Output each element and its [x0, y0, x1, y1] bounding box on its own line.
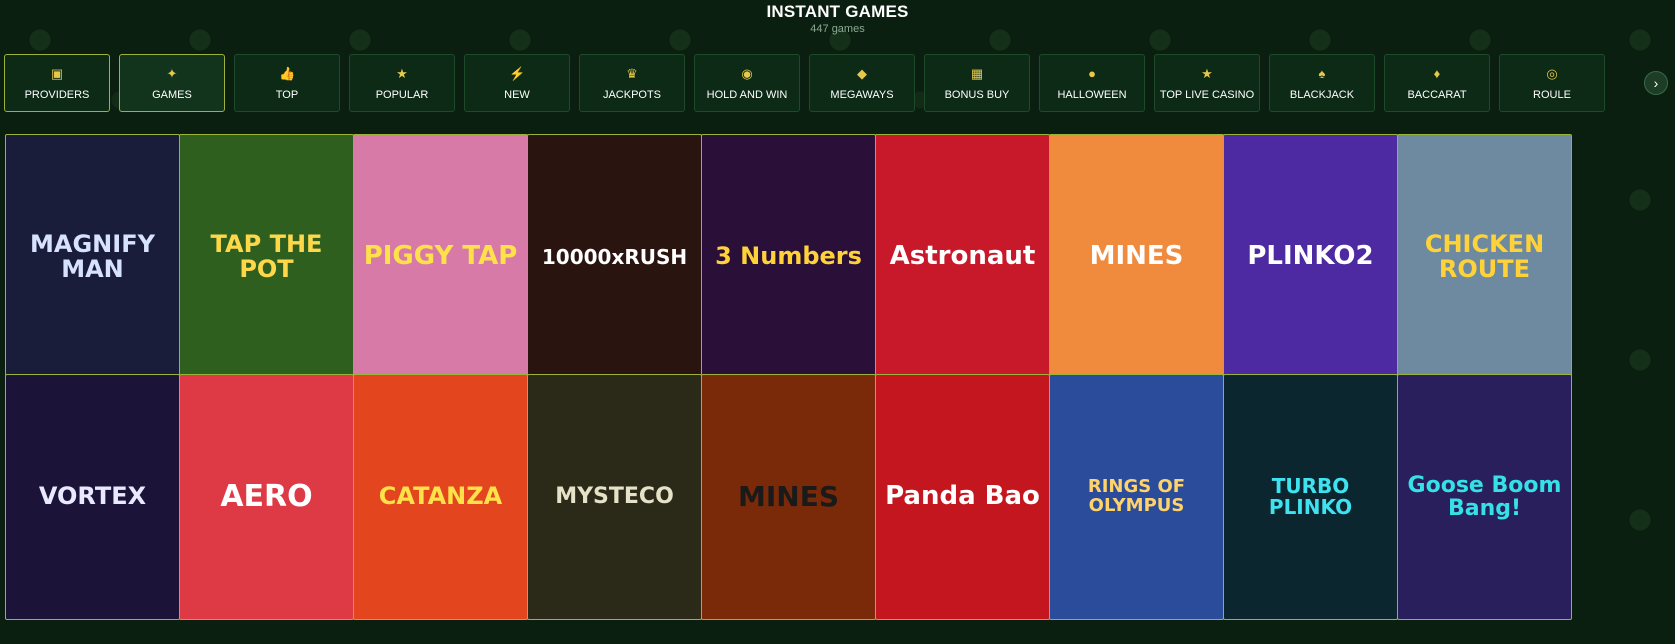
category-bar: ▣ PROVIDERS ✦ GAMES 👍 TOP ★ POPULAR ⚡ NEW ♛ JACKPOT… [4, 54, 1672, 114]
game-tile[interactable]: RINGS OF OLYMPUS [1049, 374, 1224, 620]
game-tile[interactable]: MYSTECO [527, 374, 702, 620]
game-title: TURBO PLINKO [1268, 474, 1353, 519]
category-label: PROVIDERS [24, 88, 90, 101]
game-tile[interactable]: CATANZA [353, 374, 528, 620]
category-baccarat[interactable]: ♦ BACCARAT [1384, 54, 1490, 112]
game-tile[interactable]: Astronaut [875, 134, 1050, 380]
game-tile[interactable]: AERO [179, 374, 354, 620]
category-label: JACKPOTS [602, 88, 662, 101]
category-label: MEGAWAYS [830, 88, 894, 101]
category-label: NEW [504, 88, 530, 101]
category-jackpots[interactable]: ♛ JACKPOTS [579, 54, 685, 112]
category-label: HALLOWEEN [1057, 88, 1127, 101]
game-title: AERO [220, 479, 313, 515]
crown-icon: ★ [1201, 65, 1213, 81]
game-tile[interactable]: MINES [701, 374, 876, 620]
pumpkin-icon: ● [1088, 65, 1096, 81]
game-title: Panda Bao [885, 481, 1040, 512]
category-label: POPULAR [375, 88, 429, 101]
blackjack-icon: ♠ [1318, 65, 1326, 81]
cards-icon: ♦ [1433, 65, 1441, 81]
category-blackjack[interactable]: ♠ BLACKJACK [1269, 54, 1375, 112]
category-label: GAMES [152, 88, 192, 101]
game-title: Astronaut [889, 241, 1036, 272]
category-new[interactable]: ⚡ NEW [464, 54, 570, 112]
category-providers[interactable]: ▣ PROVIDERS [4, 54, 110, 112]
thumbs-up-icon: 👍 [279, 65, 296, 81]
game-tile[interactable]: PIGGY TAP [353, 134, 528, 380]
game-title: 10000xRUSH [541, 244, 688, 269]
category-games[interactable]: ✦ GAMES [119, 54, 225, 112]
star-icon: ★ [396, 65, 408, 81]
games-count: 447 games [810, 23, 865, 35]
game-tile[interactable]: TURBO PLINKO [1223, 374, 1398, 620]
game-title: RINGS OF OLYMPUS [1087, 476, 1186, 516]
category-label: ROULE [1533, 88, 1571, 101]
category-hold-and-win[interactable]: ◉ HOLD AND WIN [694, 54, 800, 112]
game-tile[interactable]: MINES [1049, 134, 1224, 380]
game-title: CHICKEN ROUTE [1424, 229, 1545, 283]
page-title: INSTANT GAMES [766, 2, 909, 21]
game-title: MAGNIFY MAN [30, 229, 155, 283]
lightning-icon: ⚡ [509, 65, 526, 81]
game-title: PLINKO2 [1247, 241, 1374, 272]
game-title: TAP THE POT [210, 229, 323, 283]
game-tile[interactable]: Goose Boom Bang! [1397, 374, 1572, 620]
category-label: BONUS BUY [944, 88, 1010, 101]
game-tile[interactable]: 3 Numbers [701, 134, 876, 380]
category-label: BACCARAT [1407, 88, 1467, 101]
category-top[interactable]: 👍 TOP [234, 54, 340, 112]
diamond-icon: ◆ [857, 65, 867, 81]
category-roule[interactable]: ◎ ROULE [1499, 54, 1605, 112]
category-label: TOP [275, 88, 299, 101]
category-label: TOP LIVE CASINO [1159, 88, 1255, 101]
jackpot-icon: ♛ [626, 65, 638, 81]
category-megaways[interactable]: ◆ MEGAWAYS [809, 54, 915, 112]
game-tile[interactable]: TAP THE POT [179, 134, 354, 380]
game-title: 3 Numbers [715, 242, 862, 271]
game-title: Goose Boom Bang! [1407, 472, 1562, 521]
game-title: VORTEX [38, 482, 147, 511]
category-bonus-buy[interactable]: ▦ BONUS BUY [924, 54, 1030, 112]
roulette-icon: ◎ [1546, 65, 1558, 81]
hold-and-win-icon: ◉ [741, 65, 753, 81]
game-tile[interactable]: PLINKO2 [1223, 134, 1398, 380]
category-label: HOLD AND WIN [706, 88, 788, 101]
game-tile[interactable]: CHICKEN ROUTE [1397, 134, 1572, 380]
category-popular[interactable]: ★ POPULAR [349, 54, 455, 112]
game-title: CATANZA [378, 482, 503, 511]
gift-icon: ▦ [970, 65, 984, 81]
game-title: PIGGY TAP [363, 241, 518, 272]
game-title: MINES [737, 480, 839, 514]
next-categories-button[interactable]: › [1644, 71, 1668, 95]
category-top-live-casino[interactable]: ★ TOP LIVE CASINO [1154, 54, 1260, 112]
category-label: BLACKJACK [1289, 88, 1355, 101]
game-title: MYSTECO [555, 484, 674, 510]
providers-icon: ▣ [50, 65, 64, 81]
game-title: MINES [1089, 241, 1184, 272]
game-tile[interactable]: MAGNIFY MAN [5, 134, 180, 380]
game-tile[interactable]: Panda Bao [875, 374, 1050, 620]
games-icon: ✦ [166, 65, 178, 81]
game-tile[interactable]: VORTEX [5, 374, 180, 620]
category-halloween[interactable]: ● HALLOWEEN [1039, 54, 1145, 112]
game-tile[interactable]: 10000xRUSH [527, 134, 702, 380]
page-header: INSTANT GAMES 447 games [0, 0, 1675, 35]
